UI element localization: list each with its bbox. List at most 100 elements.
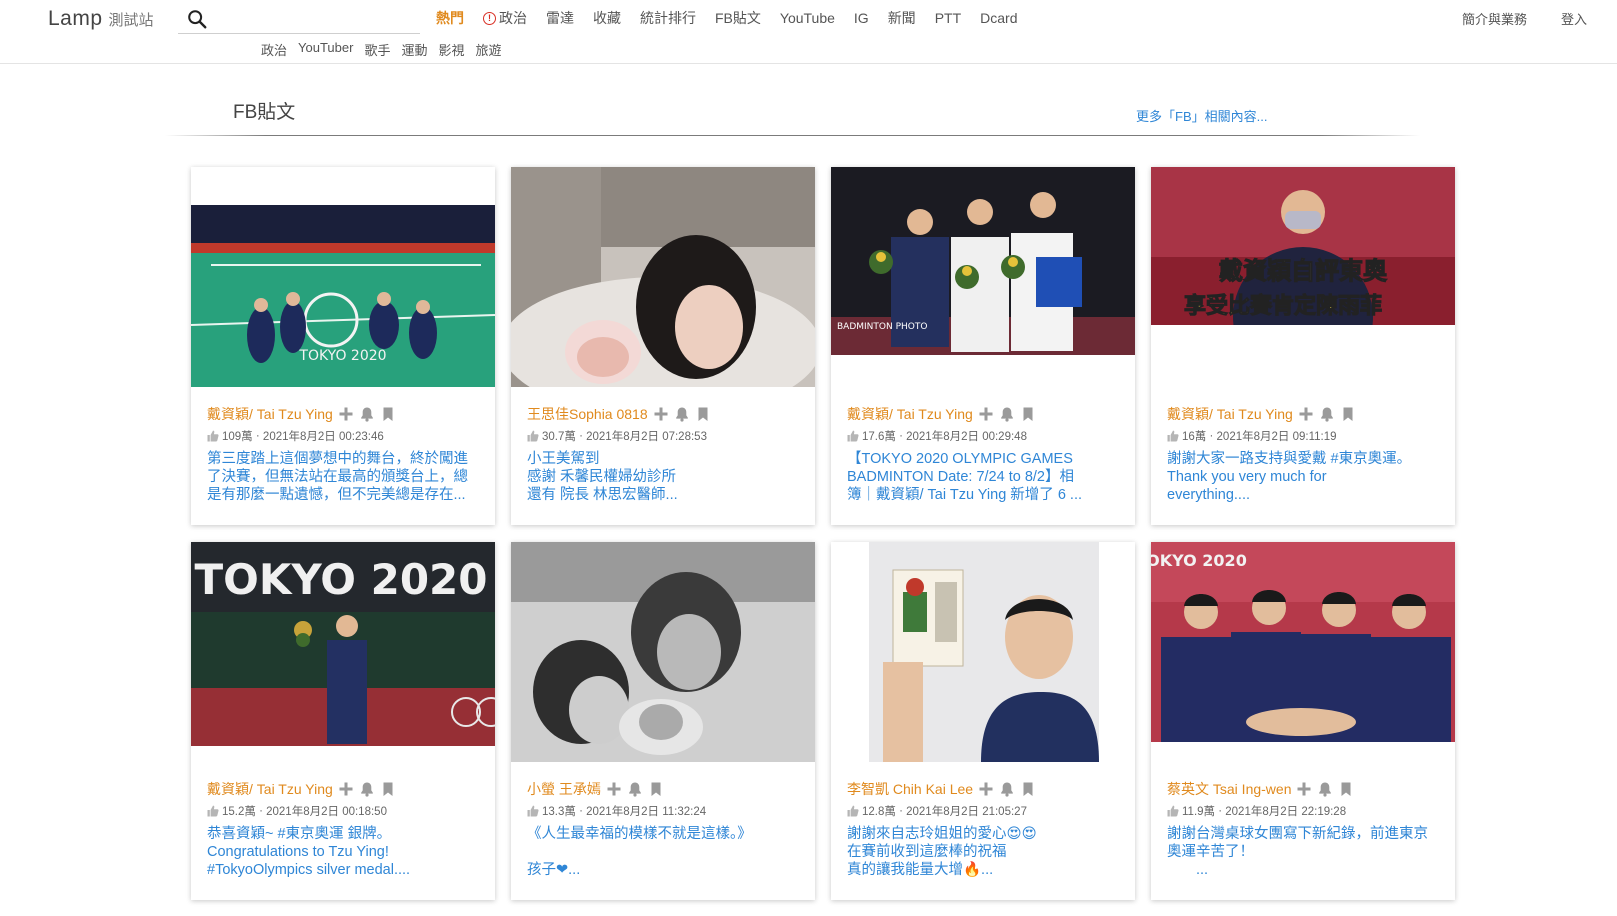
post-image[interactable] [831,542,1135,762]
fb-post-card[interactable]: TOKYO 2020 戴資穎/ Tai Tzu Ying 15.2萬 · 202… [191,542,495,900]
site-logo[interactable]: Lamp 測試站 [48,7,154,31]
author-name[interactable]: 戴資穎/ Tai Tzu Ying [847,404,973,424]
fb-post-card[interactable]: 王思佳Sophia 0818 30.7萬 · 2021年8月2日 07:28:5… [511,167,815,525]
excerpt-line: 謝謝大家一路支持與愛戴 #東京奧運。 [1167,451,1412,467]
fb-post-card[interactable]: 李智凱 Chih Kai Lee 12.8萬 · 2021年8月2日 21:05… [831,542,1135,900]
fb-post-card[interactable]: 戴資穎自評東奧 享受比賽肯定陳雨菲 戴資穎/ Tai Tzu Ying 16萬 … [1151,167,1455,525]
about-link[interactable]: 簡介與業務 [1462,9,1527,28]
author-name[interactable]: 戴資穎/ Tai Tzu Ying [207,404,333,424]
follow-plus-icon[interactable] [338,781,354,797]
fb-post-card[interactable]: BADMINTON PHOTO 戴資穎/ Tai Tzu Ying 17.6萬 … [831,167,1135,525]
post-image[interactable]: 戴資穎自評東奧 享受比賽肯定陳雨菲 [1151,167,1455,387]
author-name[interactable]: 戴資穎/ Tai Tzu Ying [1167,404,1293,424]
nav-item-hot[interactable]: 熱門 [436,8,464,28]
author-name[interactable]: 戴資穎/ Tai Tzu Ying [207,779,333,799]
bookmark-icon[interactable] [1338,781,1354,797]
subnav-item-travel[interactable]: 旅遊 [475,40,501,59]
follow-plus-icon[interactable] [338,406,354,422]
fb-post-card[interactable]: TOKYO 2020 戴資穎/ Tai Tzu Ying 109萬 · 2021… [191,167,495,525]
like-icon [847,430,859,442]
bookmark-icon[interactable] [1020,406,1036,422]
like-count: 13.3萬 [542,806,576,818]
fb-post-card[interactable]: 小螢 王承嫣 13.3萬 · 2021年8月2日 11:32:24 《人生最幸福… [511,542,815,900]
post-image[interactable]: TOKYO 2020 [191,167,495,387]
post-excerpt[interactable]: 第三度踏上這個夢想中的舞台，終於闖進 了決賽，但無法站在最高的頒獎台上，總 是有… [207,450,477,504]
post-image[interactable]: TOKYO 2020 [1151,542,1455,762]
post-image[interactable]: TOKYO 2020 [191,542,495,762]
subnav-item-sports[interactable]: 運動 [401,40,427,59]
post-image[interactable] [511,167,815,387]
bell-icon[interactable] [1317,781,1333,797]
nav-item-youtube[interactable]: YouTube [780,8,835,28]
follow-plus-icon[interactable] [978,406,994,422]
bell-icon[interactable] [999,406,1015,422]
podium-medal-photo: BADMINTON PHOTO [831,167,1135,355]
search-input[interactable] [214,5,420,32]
bell-icon[interactable] [1319,406,1335,422]
subnav-item-singer[interactable]: 歌手 [364,40,390,59]
account-links: 簡介與業務 登入 [1428,9,1587,28]
more-content-link[interactable]: 更多「FB」相關內容... [1136,106,1267,125]
like-icon [847,805,859,817]
table-tennis-team-photo: TOKYO 2020 [1151,542,1455,742]
photo-banner-text: TOKYO 2020 [1151,551,1247,570]
like-count: 17.6萬 [862,431,896,443]
search-icon[interactable] [186,8,208,30]
login-link[interactable]: 登入 [1561,9,1587,28]
nav-label: 雷達 [546,10,574,26]
nav-label: YouTube [779,10,835,26]
post-time: 2021年8月2日 11:32:24 [586,806,707,818]
nav-item-ptt[interactable]: PTT [935,8,961,28]
bookmark-icon[interactable] [695,406,711,422]
bell-icon[interactable] [359,406,375,422]
nav-item-favorites[interactable]: 收藏 [593,8,621,28]
follow-plus-icon[interactable] [606,781,622,797]
nav-item-politics[interactable]: ! 政治 [483,8,527,28]
post-excerpt[interactable]: 謝謝台灣桌球女團寫下新紀錄，前進東京 奧運辛苦了！ ... [1167,825,1437,879]
author-name[interactable]: 小螢 王承嫣 [527,779,601,799]
bookmark-icon[interactable] [380,406,396,422]
nav-item-ig[interactable]: IG [854,8,869,28]
post-meta: 戴資穎/ Tai Tzu Ying 16萬 · 2021年8月2日 09:11:… [1167,405,1445,504]
excerpt-line: 孩子❤... [527,862,581,878]
bookmark-icon[interactable] [380,781,396,797]
nav-item-fb-posts[interactable]: FB貼文 [715,8,761,28]
follow-plus-icon[interactable] [1296,781,1312,797]
excerpt-line: 第三度踏上這個夢想中的舞台，終於闖進 [207,451,468,467]
subnav-item-politics[interactable]: 政治 [261,40,287,59]
author-name[interactable]: 李智凱 Chih Kai Lee [847,779,973,799]
like-count: 30.7萬 [542,431,576,443]
nav-item-news[interactable]: 新聞 [888,8,916,28]
bell-icon[interactable] [627,781,643,797]
follow-plus-icon[interactable] [978,781,994,797]
nav-item-rankings[interactable]: 統計排行 [640,8,696,28]
post-excerpt[interactable]: 小王美駕到 感謝 禾馨民權婦幼診所 還有 院長 林思宏醫師... [527,450,797,504]
subnav-item-youtuber[interactable]: YouTuber [298,40,353,59]
post-image[interactable] [511,542,815,762]
author-row: 蔡英文 Tsai Ing-wen [1167,780,1445,798]
nav-item-dcard[interactable]: Dcard [980,8,1017,28]
post-excerpt[interactable]: 謝謝大家一路支持與愛戴 #東京奧運。 Thank you very much f… [1167,450,1437,504]
post-excerpt[interactable]: 【TOKYO 2020 OLYMPIC GAMES BADMINTON Date… [847,450,1117,504]
svg-text:TOKYO 2020: TOKYO 2020 [298,348,386,364]
bookmark-icon[interactable] [1340,406,1356,422]
bookmark-icon[interactable] [648,781,664,797]
follow-plus-icon[interactable] [1298,406,1314,422]
bell-icon[interactable] [359,781,375,797]
nav-item-radar[interactable]: 雷達 [546,8,574,28]
bell-icon[interactable] [999,781,1015,797]
main-nav: 熱門 ! 政治 雷達 收藏 統計排行 FB貼文 YouTube IG 新聞 PTT… [436,8,1037,28]
post-excerpt[interactable]: 《人生最幸福的模樣不就是這樣。》 孩子❤... [527,825,797,879]
post-excerpt[interactable]: 謝謝來自志玲姐姐的愛心😍😍 在賽前收到這麼棒的祝福 真的讓我能量大增🔥... [847,825,1117,879]
author-name[interactable]: 王思佳Sophia 0818 [527,404,648,424]
author-name[interactable]: 蔡英文 Tsai Ing-wen [1167,779,1291,799]
bookmark-icon[interactable] [1020,781,1036,797]
bell-icon[interactable] [674,406,690,422]
post-image[interactable]: BADMINTON PHOTO [831,167,1135,387]
like-icon [527,430,539,442]
post-excerpt[interactable]: 恭喜資穎~ #東京奧運 銀牌。 Congratulations to Tzu Y… [207,825,477,879]
follow-plus-icon[interactable] [653,406,669,422]
excerpt-line: 《人生最幸福的模樣不就是這樣。》 [527,826,752,842]
subnav-item-entertainment[interactable]: 影視 [438,40,464,59]
fb-post-card[interactable]: TOKYO 2020 蔡英文 Tsai Ing-wen 11.9萬 · 2021… [1151,542,1455,900]
